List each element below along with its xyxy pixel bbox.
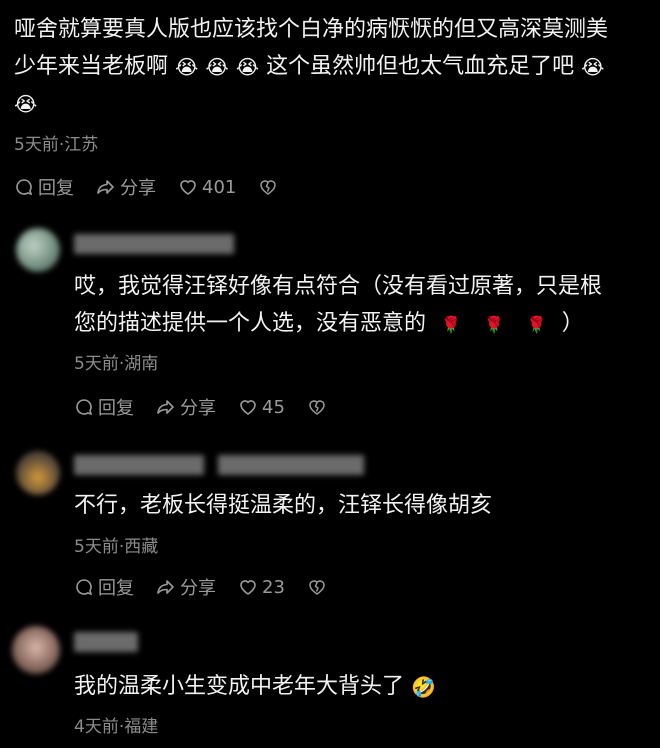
like-button[interactable]: 401	[178, 177, 236, 198]
share-button[interactable]: 分享	[96, 174, 156, 200]
rofl-emoji-icon: 🤣	[411, 674, 436, 699]
broken-heart-icon	[309, 580, 325, 595]
rose-emoji-icon: 🌹	[526, 314, 547, 334]
comment-line: 😭	[14, 86, 608, 124]
heart-icon	[240, 400, 256, 415]
reply-bubble-icon	[76, 579, 93, 596]
comment-line: 哎，我觉得汪铎好像有点符合（没有看过原著，只是根	[74, 274, 603, 299]
comment-line: 哑舍就算要真人版也应该找个白净的病恹恹的但又高深莫测美	[14, 17, 609, 42]
username-blurred[interactable]	[218, 455, 364, 475]
reply-bubble-icon	[76, 399, 93, 416]
comment-actions: 回复 分享 401	[14, 174, 278, 200]
dislike-button[interactable]	[307, 397, 327, 417]
comment-meta: 5天前·西藏	[74, 537, 159, 557]
reply-button[interactable]: 回复	[14, 174, 74, 200]
comment-line: 少年来当老板啊 😭 😭 😭 这个虽然帅但也太气血充足了吧 😭	[14, 48, 608, 86]
broken-heart-icon	[260, 180, 277, 195]
comment-line: 您的描述提供一个人选，没有恶意的 🌹 🌹 🌹 ）	[74, 305, 602, 343]
comment-meta: 5天前·湖南	[74, 354, 159, 374]
share-arrow-icon	[157, 400, 174, 414]
heart-icon	[240, 580, 256, 595]
comment-thread: 哑舍就算要真人版也应该找个白净的病恹恹的但又高深莫测美 少年来当老板啊 😭 😭 …	[0, 0, 660, 748]
avatar[interactable]	[12, 626, 60, 674]
comment-body: 我的温柔小生变成中老年大背头了 🤣	[74, 668, 436, 706]
reply-button[interactable]: 回复	[74, 574, 134, 600]
rose-emoji-icon: 🌹	[483, 314, 504, 334]
dislike-button[interactable]	[307, 577, 327, 597]
share-button[interactable]: 分享	[156, 394, 216, 420]
comment-1: 哑舍就算要真人版也应该找个白净的病恹恹的但又高深莫测美 少年来当老板啊 😭 😭 …	[0, 0, 660, 210]
comment-meta: 4天前·福建	[74, 717, 159, 737]
crying-emoji-icon: 😭	[235, 54, 260, 79]
comment-body: 哑舍就算要真人版也应该找个白净的病恹恹的但又高深莫测美 少年来当老板啊 😭 😭 …	[14, 11, 608, 123]
comment-line: 我的温柔小生变成中老年大背头了 🤣	[74, 668, 436, 706]
avatar[interactable]	[16, 228, 60, 272]
crying-emoji-icon: 😭	[14, 92, 38, 116]
like-button[interactable]: 23	[238, 577, 285, 598]
crying-emoji-icon: 😭	[175, 54, 199, 79]
avatar[interactable]	[16, 451, 60, 495]
comment-3: 不行，老板长得挺温柔的，汪铎长得像胡亥 5天前·西藏 回复 分享 23	[0, 443, 660, 613]
comment-body: 不行，老板长得挺温柔的，汪铎长得像胡亥	[74, 487, 492, 524]
share-arrow-icon	[97, 180, 114, 194]
comment-2: 哎，我觉得汪铎好像有点符合（没有看过原著，只是根 您的描述提供一个人选，没有恶意…	[0, 220, 660, 435]
comment-actions: 回复 分享 45	[74, 394, 327, 420]
comment-4: 我的温柔小生变成中老年大背头了 🤣 4天前·福建	[0, 620, 660, 748]
username-blurred[interactable]	[74, 234, 234, 254]
comment-actions: 回复 分享 23	[74, 574, 327, 600]
dislike-button[interactable]	[258, 177, 278, 197]
username-blurred[interactable]	[74, 632, 138, 652]
comment-body: 哎，我觉得汪铎好像有点符合（没有看过原著，只是根 您的描述提供一个人选，没有恶意…	[74, 268, 602, 343]
share-arrow-icon	[157, 580, 174, 594]
crying-emoji-icon: 😭	[205, 54, 229, 79]
like-button[interactable]: 45	[238, 397, 285, 418]
comment-line: 不行，老板长得挺温柔的，汪铎长得像胡亥	[74, 493, 493, 518]
broken-heart-icon	[309, 400, 325, 415]
comment-meta: 5天前·江苏	[14, 135, 99, 155]
share-button[interactable]: 分享	[156, 574, 216, 600]
reply-button[interactable]: 回复	[74, 394, 134, 420]
username-blurred[interactable]	[74, 455, 204, 475]
heart-icon	[180, 180, 196, 195]
rose-emoji-icon: 🌹	[441, 314, 461, 334]
reply-bubble-icon	[16, 179, 33, 196]
crying-emoji-icon: 😭	[581, 54, 605, 79]
